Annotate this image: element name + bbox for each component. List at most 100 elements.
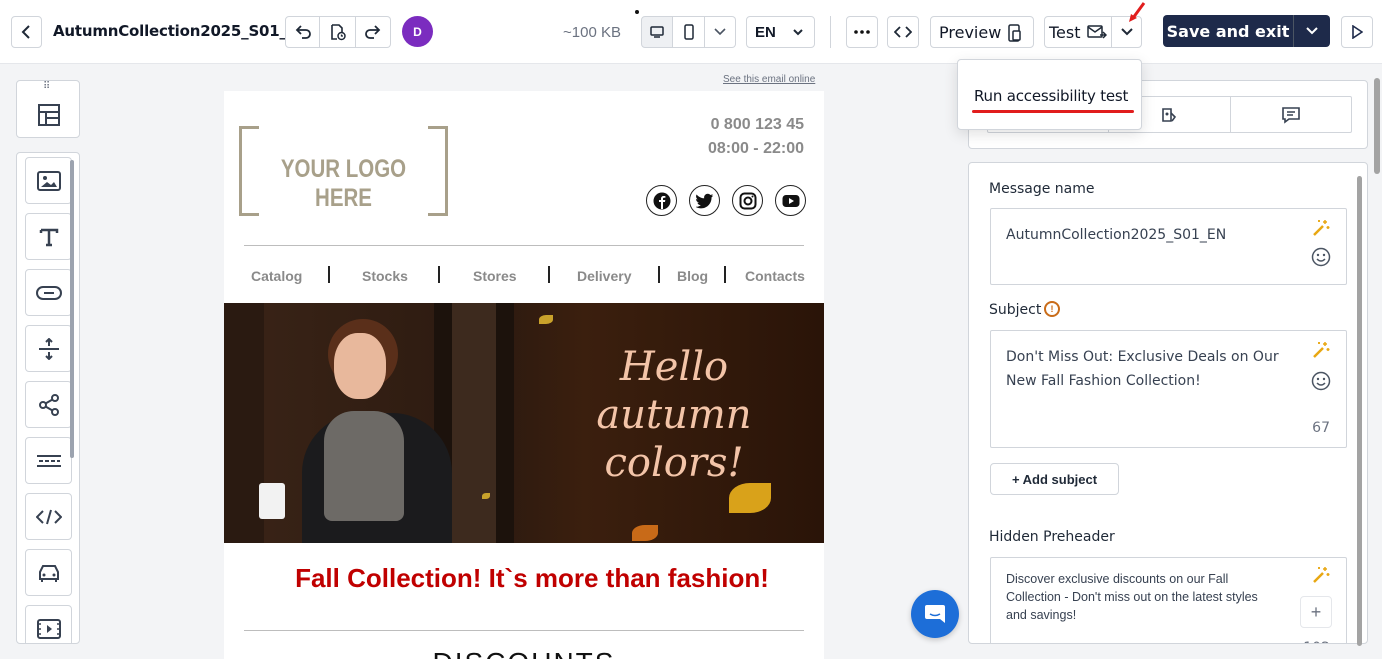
top-toolbar: AutumnCollection2025_S01_EN D ~100 KB EN…: [0, 0, 1382, 64]
facebook-icon[interactable]: [646, 185, 677, 216]
door-left: [224, 303, 264, 543]
logo-placeholder[interactable]: YOUR LOGO HERE: [239, 126, 448, 216]
settings-scrollbar[interactable]: [1357, 176, 1362, 646]
blocks-scrollbar[interactable]: [70, 160, 74, 458]
subject-char-count: 67: [1312, 420, 1330, 436]
block-video[interactable]: [25, 605, 72, 643]
block-image[interactable]: [25, 157, 72, 204]
email-headline[interactable]: Fall Collection! It`s more than fashion!: [224, 563, 824, 594]
button-icon: [35, 285, 62, 300]
code-icon: [35, 509, 62, 524]
view-options-dropdown[interactable]: [705, 16, 736, 48]
menu-item[interactable]: Catalog: [251, 268, 302, 284]
email-canvas[interactable]: YOUR LOGO HERE 0 800 123 45 08:00 - 22:0…: [224, 91, 824, 659]
divider: [244, 630, 804, 631]
image-icon: [36, 170, 61, 191]
sweater-shape: [324, 411, 404, 521]
add-personalization-button[interactable]: +: [1300, 596, 1332, 628]
test-label: Test: [1049, 22, 1081, 42]
mobile-icon: [683, 24, 694, 40]
menu-separator: [658, 266, 660, 283]
send-mail-icon: [1087, 25, 1107, 39]
block-text[interactable]: [25, 213, 72, 260]
user-avatar[interactable]: D: [402, 16, 433, 47]
status-dot: [635, 10, 639, 14]
menu-item[interactable]: Delivery: [577, 268, 631, 284]
mobile-view-button[interactable]: [673, 16, 705, 48]
spacer-icon: [38, 337, 59, 360]
block-html[interactable]: [25, 493, 72, 540]
face-shape: [334, 333, 386, 399]
message-name-field[interactable]: AutumnCollection2025_S01_EN: [990, 208, 1347, 285]
page-scrollbar[interactable]: [1374, 78, 1380, 174]
redo-button[interactable]: [356, 16, 391, 48]
menu-separator: [724, 266, 726, 283]
chevron-down-icon: [793, 29, 803, 36]
undo-button[interactable]: [285, 16, 320, 48]
magic-wand-icon[interactable]: [1312, 566, 1330, 584]
menu-item[interactable]: Stores: [473, 268, 517, 284]
logo-bracket-right: [428, 126, 448, 216]
tab-comments[interactable]: [1229, 97, 1351, 132]
chat-support-button[interactable]: [911, 590, 959, 638]
back-button[interactable]: [11, 16, 42, 48]
youtube-icon[interactable]: [775, 185, 806, 216]
code-view-button[interactable]: [887, 16, 919, 48]
menu-separator: [328, 266, 330, 283]
annotation-arrow-icon: [1129, 2, 1146, 22]
comment-icon: [1282, 106, 1300, 124]
language-value: EN: [755, 23, 776, 41]
structures-panel[interactable]: ⠿: [16, 80, 80, 138]
more-dots-icon: [854, 30, 870, 34]
block-spacer[interactable]: [25, 325, 72, 372]
block-menu[interactable]: [25, 437, 72, 484]
menu-separator: [438, 266, 440, 283]
block-button[interactable]: [25, 269, 72, 316]
instagram-icon[interactable]: [732, 185, 763, 216]
magic-wand-icon[interactable]: [1312, 341, 1330, 359]
chevron-down-icon: [1306, 27, 1318, 35]
layout-grid-icon: [38, 104, 60, 126]
see-online-link[interactable]: See this email online: [723, 74, 815, 85]
run-accessibility-test-item[interactable]: Run accessibility test: [974, 87, 1128, 105]
menu-icon: [36, 454, 61, 467]
menu-item[interactable]: Stocks: [362, 268, 408, 284]
social-links: [646, 185, 806, 216]
info-icon[interactable]: !: [1044, 301, 1060, 317]
menu-item[interactable]: Contacts: [745, 268, 805, 284]
preheader-field[interactable]: Discover exclusive discounts on our Fall…: [990, 557, 1347, 643]
toolbar-divider: [830, 16, 831, 48]
working-hours: 08:00 - 22:00: [707, 140, 804, 157]
chevron-down-icon: [1121, 28, 1133, 36]
hero-banner[interactable]: Hello autumn colors!: [224, 303, 824, 543]
car-icon: [38, 564, 59, 582]
subject-field[interactable]: Don't Miss Out: Exclusive Deals on Our N…: [990, 330, 1347, 448]
leaf: [729, 483, 771, 513]
devices-icon: [1008, 24, 1021, 42]
logo-bracket-left: [239, 126, 259, 216]
menu-item[interactable]: Blog: [677, 268, 708, 284]
leaf: [482, 493, 490, 499]
version-history-button[interactable]: [320, 16, 356, 48]
play-button[interactable]: [1341, 16, 1373, 48]
section-heading[interactable]: DISCOUNTS: [224, 647, 824, 659]
desktop-view-button[interactable]: [641, 16, 673, 48]
email-size: ~100 KB: [563, 24, 621, 41]
preview-button[interactable]: Preview: [930, 16, 1034, 48]
test-dropdown-menu: Run accessibility test: [957, 59, 1142, 130]
emoji-icon[interactable]: [1311, 371, 1331, 391]
twitter-icon[interactable]: [689, 185, 720, 216]
preheader-char-count: 102: [1303, 640, 1330, 643]
language-select[interactable]: EN: [746, 16, 815, 48]
magic-wand-icon[interactable]: [1312, 219, 1330, 237]
preheader-value: Discover exclusive discounts on our Fall…: [1006, 572, 1258, 622]
add-subject-button[interactable]: + Add subject: [990, 463, 1119, 495]
emoji-icon[interactable]: [1311, 247, 1331, 267]
save-options-dropdown[interactable]: [1294, 27, 1330, 35]
more-options-button[interactable]: [846, 16, 878, 48]
block-social[interactable]: [25, 381, 72, 428]
block-amp[interactable]: [25, 549, 72, 596]
hero-heading: Hello autumn colors!: [594, 343, 754, 487]
save-and-exit-button[interactable]: Save and exit: [1163, 15, 1330, 47]
play-icon: [1352, 25, 1363, 39]
